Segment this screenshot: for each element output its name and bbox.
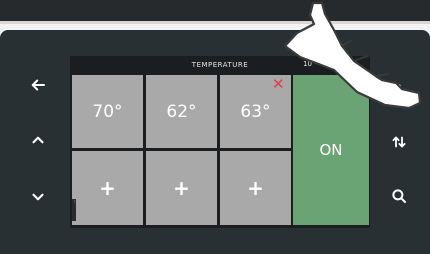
chevron-up-icon <box>29 131 47 153</box>
up-button[interactable] <box>22 126 54 158</box>
pointing-hand-icon <box>283 1 422 110</box>
back-button[interactable] <box>22 71 54 103</box>
add-zone-button-1[interactable]: + <box>72 151 143 225</box>
stage: TEMPERATURE 10 70° 62° 63° + + + ON ✕ ⋮ <box>0 0 430 254</box>
sort-button[interactable] <box>383 128 415 160</box>
down-button[interactable] <box>22 183 54 215</box>
add-zone-button-2[interactable]: + <box>146 151 217 225</box>
search-icon <box>390 187 408 209</box>
chevron-down-icon <box>29 188 47 210</box>
resize-handle[interactable]: ⋮ <box>72 199 77 221</box>
add-zone-button-3[interactable]: + <box>220 151 291 225</box>
search-button[interactable] <box>383 182 415 214</box>
temperature-tile-1[interactable]: 70° <box>72 75 143 148</box>
sort-arrows-icon <box>390 133 408 155</box>
temperature-tile-2[interactable]: 62° <box>146 75 217 148</box>
arrow-left-icon <box>29 76 47 98</box>
